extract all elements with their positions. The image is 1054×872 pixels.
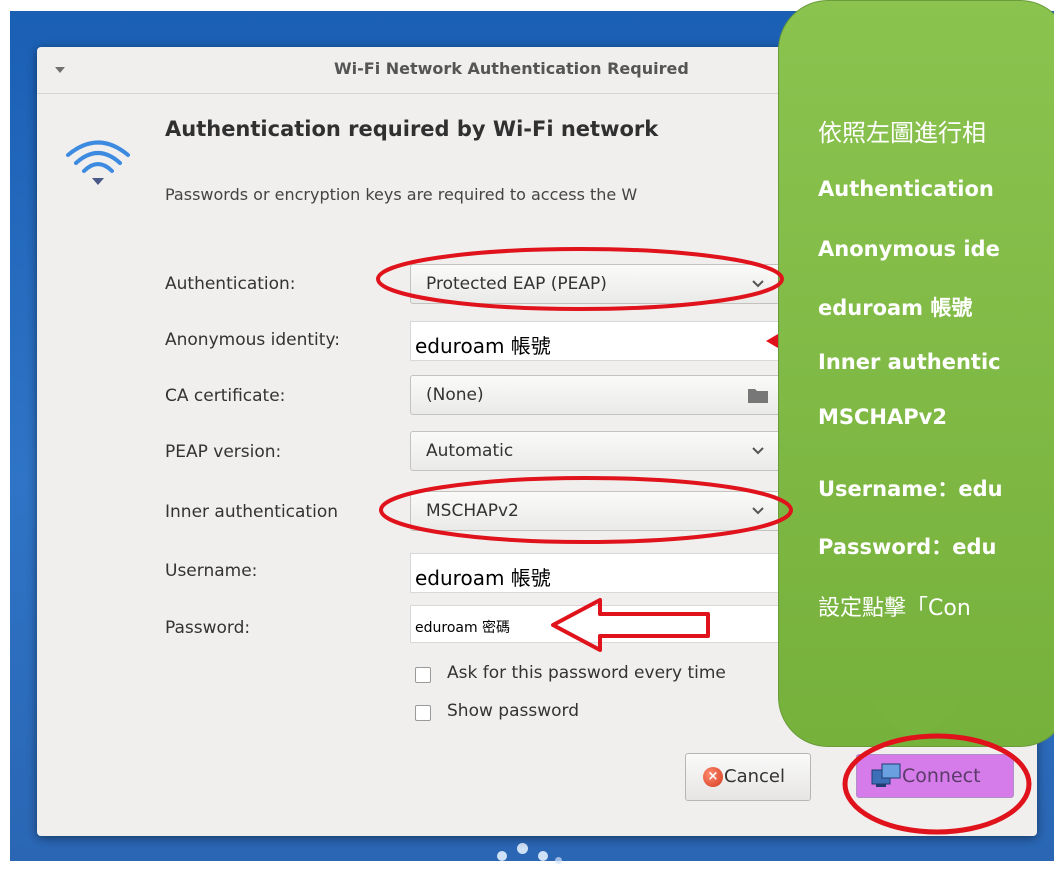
ca-certificate-label: CA certificate: [165, 386, 286, 406]
peap-version-label: PEAP version: [165, 442, 282, 462]
dialog-description: Passwords or encryption keys are require… [165, 185, 638, 204]
inner-authentication-dropdown[interactable]: MSCHAPv2 [410, 491, 810, 531]
ca-certificate-chooser[interactable]: (None) [410, 375, 810, 415]
inner-authentication-value: MSCHAPv2 [426, 501, 519, 521]
username-field[interactable]: eduroam 帳號 [410, 553, 810, 593]
cancel-icon: × [703, 767, 723, 787]
authentication-dropdown[interactable]: Protected EAP (PEAP) [410, 264, 810, 304]
chevron-down-icon [752, 507, 764, 515]
authentication-value: Protected EAP (PEAP) [426, 274, 607, 294]
callout-line-3: Anonymous ide [818, 237, 1000, 261]
ask-password-label: Ask for this password every time [447, 663, 726, 683]
connect-button[interactable]: Connect [856, 754, 1014, 798]
show-password-checkbox[interactable] [415, 705, 431, 721]
callout-line-1: 依照左圖進行相 [818, 119, 986, 147]
callout-line-4: eduroam 帳號 [818, 296, 973, 320]
dialog-heading: Authentication required by Wi-Fi network [165, 117, 659, 141]
anonymous-identity-value: eduroam 帳號 [415, 334, 551, 358]
wifi-icon [66, 140, 130, 185]
callout-line-6: MSCHAPv2 [818, 405, 947, 429]
authentication-label: Authentication: [165, 274, 296, 294]
cancel-button[interactable]: × Cancel [685, 753, 811, 801]
anonymous-identity-label: Anonymous identity: [165, 330, 340, 350]
ask-password-checkbox[interactable] [415, 667, 431, 683]
show-password-label: Show password [447, 701, 579, 721]
callout-line-7: Username：edu [818, 477, 1003, 501]
username-value: eduroam 帳號 [415, 566, 551, 590]
callout-line-5: Inner authentic [818, 350, 1001, 374]
dialog-title: Wi-Fi Network Authentication Required [334, 59, 689, 78]
password-field[interactable]: eduroam 密碼 [410, 605, 810, 643]
connect-label: Connect [902, 765, 981, 787]
callout-line-8: Password：edu [818, 535, 997, 559]
inner-authentication-label: Inner authentication [165, 502, 338, 522]
chevron-down-icon [752, 447, 764, 455]
callout-line-9: 設定點擊「Con [818, 596, 971, 621]
username-label: Username: [165, 561, 258, 581]
anonymous-identity-field[interactable]: eduroam 帳號 [410, 321, 810, 361]
network-connect-icon [871, 763, 901, 787]
cancel-label: Cancel [724, 766, 785, 787]
peap-version-dropdown[interactable]: Automatic [410, 431, 810, 471]
ca-certificate-value: (None) [426, 385, 484, 405]
password-value: eduroam 密碼 [415, 620, 511, 636]
folder-icon [748, 389, 768, 403]
menu-arrow-icon[interactable] [55, 67, 65, 73]
callout-line-2: Authentication [818, 177, 994, 201]
peap-version-value: Automatic [426, 441, 514, 461]
callout-pointer [868, 700, 964, 746]
chevron-down-icon [752, 280, 764, 288]
password-label: Password: [165, 618, 251, 638]
